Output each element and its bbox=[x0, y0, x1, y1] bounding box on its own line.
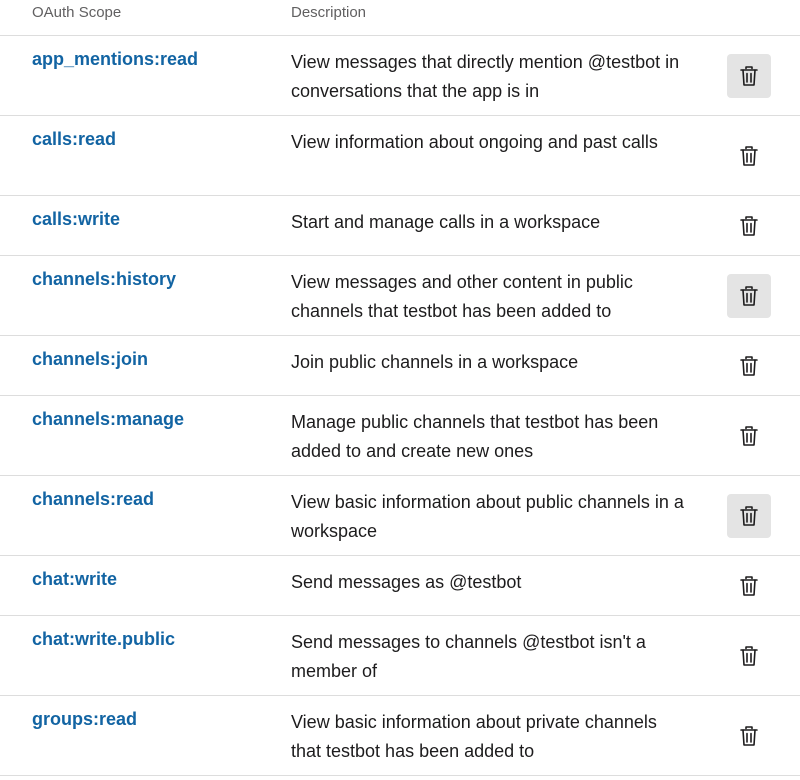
scope-row: channels:history View messages and other… bbox=[0, 256, 800, 336]
scope-row: app_mentions:read View messages that dir… bbox=[0, 36, 800, 116]
description-column-header: Description bbox=[291, 4, 367, 21]
delete-scope-button[interactable] bbox=[727, 564, 771, 608]
trash-icon bbox=[740, 506, 758, 526]
scope-name-link[interactable]: calls:write bbox=[32, 209, 120, 230]
scope-description: Send messages to channels @testbot isn't… bbox=[291, 632, 646, 681]
scope-row: chat:write.public Send messages to chann… bbox=[0, 616, 800, 696]
scope-name-link[interactable]: chat:write bbox=[32, 569, 117, 590]
oauth-scope-column-header: OAuth Scope bbox=[32, 4, 122, 21]
delete-scope-button[interactable] bbox=[727, 344, 771, 388]
scope-name-link[interactable]: chat:write.public bbox=[32, 629, 175, 650]
trash-icon bbox=[740, 286, 758, 306]
scope-description: View messages that directly mention @tes… bbox=[291, 52, 680, 101]
scope-list: app_mentions:read View messages that dir… bbox=[0, 36, 800, 776]
delete-scope-button[interactable] bbox=[727, 634, 771, 678]
delete-scope-button[interactable] bbox=[727, 494, 771, 538]
scope-row: channels:join Join public channels in a … bbox=[0, 336, 800, 396]
scope-name-link[interactable]: channels:join bbox=[32, 349, 148, 370]
scope-name-link[interactable]: app_mentions:read bbox=[32, 49, 198, 70]
trash-icon bbox=[740, 426, 758, 446]
scope-name-link[interactable]: groups:read bbox=[32, 709, 137, 730]
scope-row: groups:read View basic information about… bbox=[0, 696, 800, 776]
trash-icon bbox=[740, 216, 758, 236]
scope-name-link[interactable]: channels:read bbox=[32, 489, 154, 510]
scope-description: Join public channels in a workspace bbox=[291, 352, 579, 372]
scope-row: channels:manage Manage public channels t… bbox=[0, 396, 800, 476]
scope-description: View basic information about private cha… bbox=[291, 712, 657, 761]
scope-name-link[interactable]: channels:history bbox=[32, 269, 176, 290]
scope-description: View messages and other content in publi… bbox=[291, 272, 633, 321]
scope-row: calls:read View information about ongoin… bbox=[0, 116, 800, 196]
delete-scope-button[interactable] bbox=[727, 204, 771, 248]
scope-description: Manage public channels that testbot has … bbox=[291, 412, 659, 461]
trash-icon bbox=[740, 726, 758, 746]
delete-scope-button[interactable] bbox=[727, 54, 771, 98]
scope-row: calls:write Start and manage calls in a … bbox=[0, 196, 800, 256]
scope-description: View information about ongoing and past … bbox=[291, 132, 658, 152]
trash-icon bbox=[740, 356, 758, 376]
delete-scope-button[interactable] bbox=[727, 714, 771, 758]
scope-description: View basic information about public chan… bbox=[291, 492, 684, 541]
table-header: OAuth Scope Description bbox=[0, 0, 800, 36]
trash-icon bbox=[740, 576, 758, 596]
delete-scope-button[interactable] bbox=[727, 274, 771, 318]
oauth-scopes-table: OAuth Scope Description app_mentions:rea… bbox=[0, 0, 800, 776]
delete-scope-button[interactable] bbox=[727, 414, 771, 458]
trash-icon bbox=[740, 146, 758, 166]
scope-row: channels:read View basic information abo… bbox=[0, 476, 800, 556]
trash-icon bbox=[740, 646, 758, 666]
scope-description: Send messages as @testbot bbox=[291, 572, 522, 592]
scope-name-link[interactable]: calls:read bbox=[32, 129, 116, 150]
trash-icon bbox=[740, 66, 758, 86]
scope-description: Start and manage calls in a workspace bbox=[291, 212, 601, 232]
scope-row: chat:write Send messages as @testbot bbox=[0, 556, 800, 616]
scope-name-link[interactable]: channels:manage bbox=[32, 409, 184, 430]
delete-scope-button[interactable] bbox=[727, 134, 771, 178]
